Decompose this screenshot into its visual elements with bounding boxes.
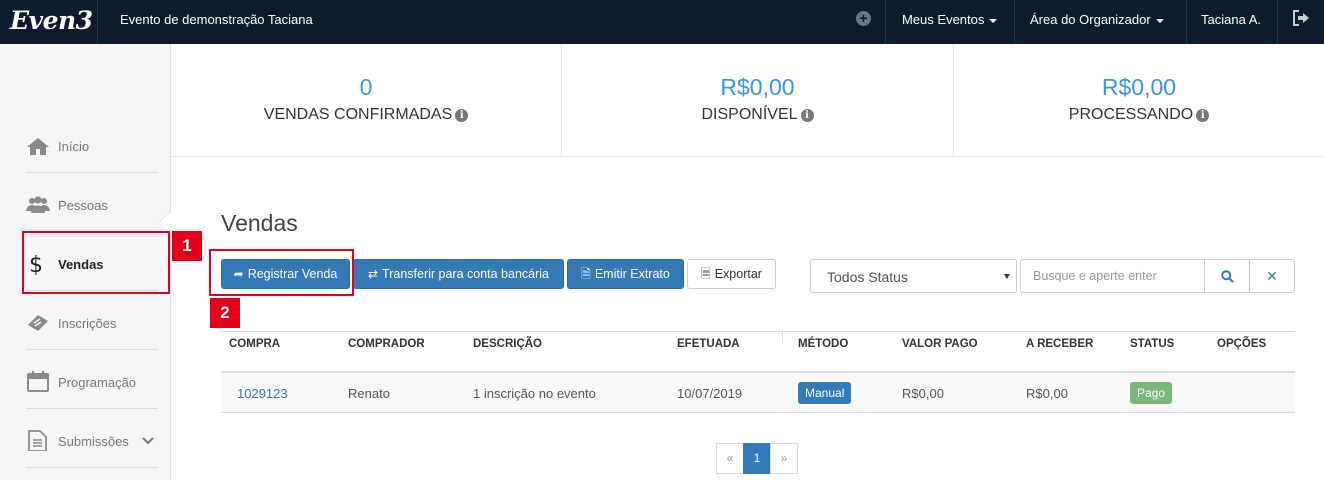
sidebar-item-inscricoes[interactable]: Inscrições (26, 293, 158, 351)
stat-processando: R$0,00 PROCESSANDO i (954, 44, 1324, 157)
stat-vendas-confirmadas: 0 VENDAS CONFIRMADAS i (171, 44, 561, 157)
event-title[interactable]: Evento de demonstração Taciana (120, 12, 313, 27)
column-header[interactable]: VALOR PAGO (902, 338, 978, 350)
logout-icon[interactable] (1292, 10, 1310, 26)
compra-link[interactable]: 1029123 (237, 386, 288, 401)
annotation-highlight-registrar (209, 249, 354, 296)
pagination-prev[interactable]: « (716, 443, 744, 474)
stat-label: VENDAS CONFIRMADAS i (171, 106, 561, 124)
navbar-divider (1277, 0, 1278, 44)
area-organizador-label: Área do Organizador (1030, 12, 1151, 27)
sidebar-item-label: Pessoas (58, 198, 108, 213)
column-header[interactable]: DESCRIÇÃO (473, 338, 542, 350)
meus-eventos-label: Meus Eventos (902, 12, 985, 27)
sidebar-item-submissoes[interactable]: Submissões (26, 411, 158, 469)
exchange-icon: ⇄ (367, 267, 379, 281)
stat-value: 0 (359, 74, 373, 100)
cell-descricao: 1 inscrição no evento (473, 386, 596, 401)
add-circle-icon[interactable]: + (856, 11, 871, 26)
area-organizador-menu[interactable]: Área do Organizador (1030, 12, 1164, 27)
annotation-number: 1 (172, 231, 202, 261)
info-icon[interactable]: i (800, 109, 814, 122)
stat-label: DISPONÍVEL i (562, 106, 953, 124)
navbar-divider (885, 0, 886, 44)
navbar-divider (1186, 0, 1187, 44)
stats-panel: 0 VENDAS CONFIRMADAS i R$0,00 DISPONÍVEL i… (171, 44, 1324, 157)
top-navbar: Even3 Evento de demonstração Taciana + M… (0, 0, 1324, 44)
pagination: « 1 » (716, 443, 798, 474)
caret-down-icon (1004, 274, 1010, 279)
user-menu[interactable]: Taciana A. (1201, 12, 1261, 27)
pagination-next[interactable]: » (770, 443, 798, 474)
method-badge: Manual (798, 382, 852, 404)
column-header[interactable]: MÉTODO (798, 338, 848, 350)
sidebar-item-label: Início (58, 139, 90, 154)
column-header[interactable]: COMPRADOR (348, 338, 425, 350)
column-header[interactable]: STATUS (1130, 338, 1174, 350)
sidebar-item-inicio[interactable]: Início (26, 116, 158, 174)
file-icon: 🗎 (581, 267, 591, 281)
table-border (221, 331, 1295, 332)
sidebar-divider (26, 408, 158, 409)
calendar-icon (27, 371, 49, 392)
sidebar-item-label: Programação (58, 375, 137, 390)
sidebar-divider (26, 172, 158, 173)
caret-down-icon (989, 18, 998, 23)
sidebar-item-label: Inscrições (58, 316, 117, 331)
stat-label: PROCESSANDO i (954, 106, 1324, 124)
excel-file-icon: 🗏 (701, 267, 711, 281)
column-header: OPÇÕES (1217, 338, 1267, 350)
info-icon[interactable]: i (1196, 109, 1210, 122)
navbar-divider (1014, 0, 1015, 44)
column-header[interactable]: EFETUADA (677, 338, 740, 350)
status-badge: Pago (1130, 382, 1173, 404)
close-icon: ✕ (1266, 268, 1278, 284)
sidebar-divider (26, 349, 158, 350)
document-icon (28, 430, 47, 451)
cell-a-receber: R$0,00 (1026, 386, 1068, 401)
emitir-extrato-button[interactable]: 🗎 Emitir Extrato (567, 259, 684, 289)
navbar-divider (97, 0, 98, 44)
users-icon (26, 196, 50, 213)
stat-disponivel: R$0,00 DISPONÍVEL i (562, 44, 953, 157)
meus-eventos-menu[interactable]: Meus Eventos (902, 12, 998, 27)
info-icon[interactable]: i (455, 109, 469, 122)
cell-comprador: Renato (348, 386, 390, 401)
status-filter-select[interactable]: Todos Status (810, 259, 1017, 293)
cell-valor-pago: R$0,00 (902, 386, 944, 401)
page-title: Vendas (221, 210, 298, 236)
home-icon (27, 138, 49, 155)
annotation-highlight-vendas (22, 231, 170, 294)
stat-value: R$0,00 (720, 74, 795, 100)
pagination-page[interactable]: 1 (743, 443, 771, 474)
column-divider (782, 331, 783, 344)
sidebar-divider (26, 467, 158, 468)
transferir-button[interactable]: ⇄ Transferir para conta bancária (353, 259, 564, 289)
chevron-down-icon[interactable] (142, 437, 154, 445)
stat-value: R$0,00 (1101, 74, 1177, 100)
column-header[interactable]: COMPRA (229, 338, 280, 350)
cell-efetuada: 10/07/2019 (677, 386, 743, 401)
sidebar-item-pessoas[interactable]: Pessoas (26, 175, 158, 233)
search-input[interactable] (1020, 259, 1205, 293)
column-header[interactable]: A RECEBER (1026, 338, 1093, 350)
ticket-icon (28, 315, 48, 331)
clear-search-button[interactable]: ✕ (1249, 259, 1295, 293)
sidebar-item-programacao[interactable]: Programação (26, 352, 158, 410)
search-button[interactable] (1204, 259, 1250, 293)
exportar-button[interactable]: 🗏 Exportar (687, 259, 776, 289)
caret-down-icon (1155, 18, 1164, 23)
annotation-number: 2 (210, 298, 240, 328)
even3-logo[interactable]: Even3 (10, 6, 93, 35)
search-icon (1221, 270, 1234, 283)
sidebar-item-label: Submissões (58, 434, 129, 449)
